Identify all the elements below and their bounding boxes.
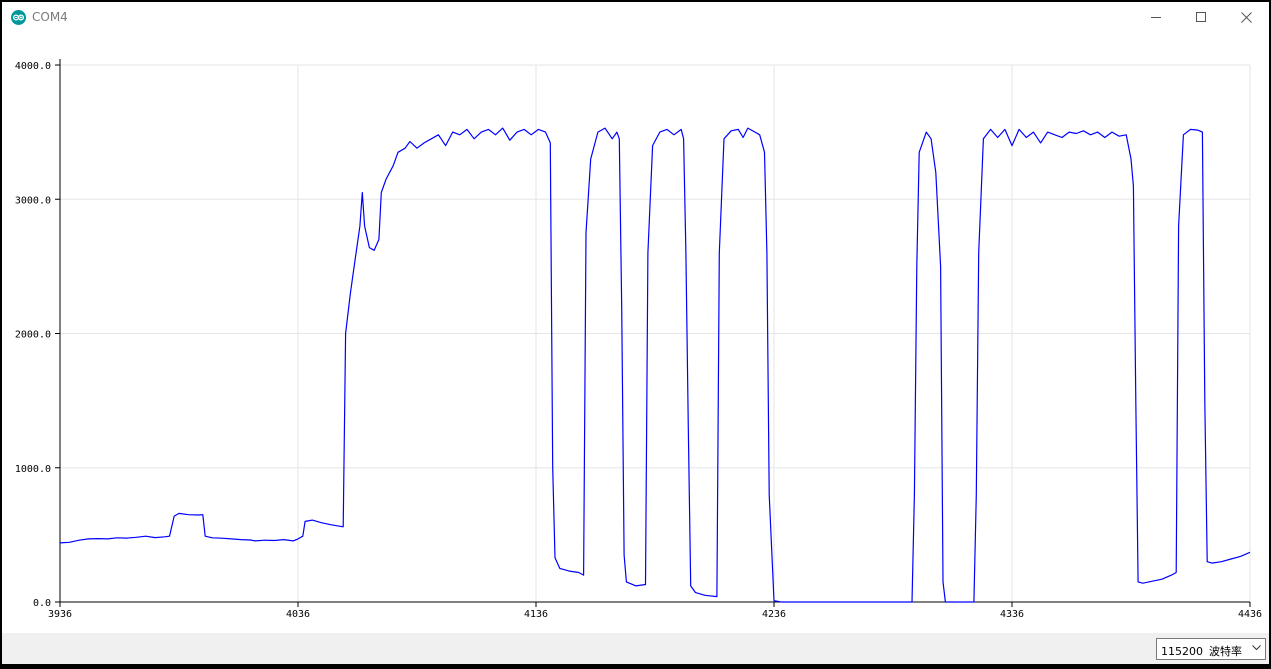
baud-rate-unit: 波特率 bbox=[1209, 645, 1242, 658]
status-footer: 115200 波特率 bbox=[2, 633, 1269, 664]
baud-rate-value: 115200 bbox=[1161, 645, 1203, 658]
y-tick-label: 1000.0 bbox=[15, 464, 51, 475]
chevron-down-icon bbox=[1252, 645, 1261, 651]
maximize-button[interactable] bbox=[1178, 2, 1223, 32]
x-tick-label: 4036 bbox=[286, 609, 310, 620]
serial-plot-chart: 3936 4036 4136 4236 4336 4436 0.0 1000.0 2000.0 3… bbox=[15, 59, 1262, 620]
y-tick-label: 4000.0 bbox=[15, 61, 51, 72]
maximize-icon bbox=[1195, 12, 1206, 22]
y-tick-label: 2000.0 bbox=[15, 330, 51, 341]
close-button[interactable] bbox=[1224, 2, 1269, 32]
close-icon bbox=[1241, 11, 1252, 23]
x-tick-label: 3936 bbox=[48, 609, 72, 620]
window-title: COM4 bbox=[32, 10, 68, 24]
x-tick-label: 4336 bbox=[1000, 609, 1024, 620]
x-tick-label: 4436 bbox=[1238, 609, 1262, 620]
arduino-logo-icon bbox=[11, 10, 26, 25]
baud-rate-select[interactable]: 115200 波特率 bbox=[1156, 638, 1266, 660]
minimize-icon bbox=[1150, 17, 1161, 18]
minimize-button[interactable] bbox=[1133, 2, 1178, 32]
y-tick-label: 0.0 bbox=[33, 598, 51, 609]
serial-plotter-area: 3936 4036 4136 4236 4336 4436 0.0 1000.0 2000.0 3… bbox=[2, 32, 1269, 633]
x-tick-label: 4136 bbox=[524, 609, 548, 620]
y-tick-label: 3000.0 bbox=[15, 195, 51, 206]
plotter-window: COM4 3936 4036 4136 4236 4336 4436 0.0 1000.0 20… bbox=[2, 2, 1269, 664]
title-bar[interactable]: COM4 bbox=[2, 2, 1269, 32]
x-tick-label: 4236 bbox=[762, 609, 786, 620]
